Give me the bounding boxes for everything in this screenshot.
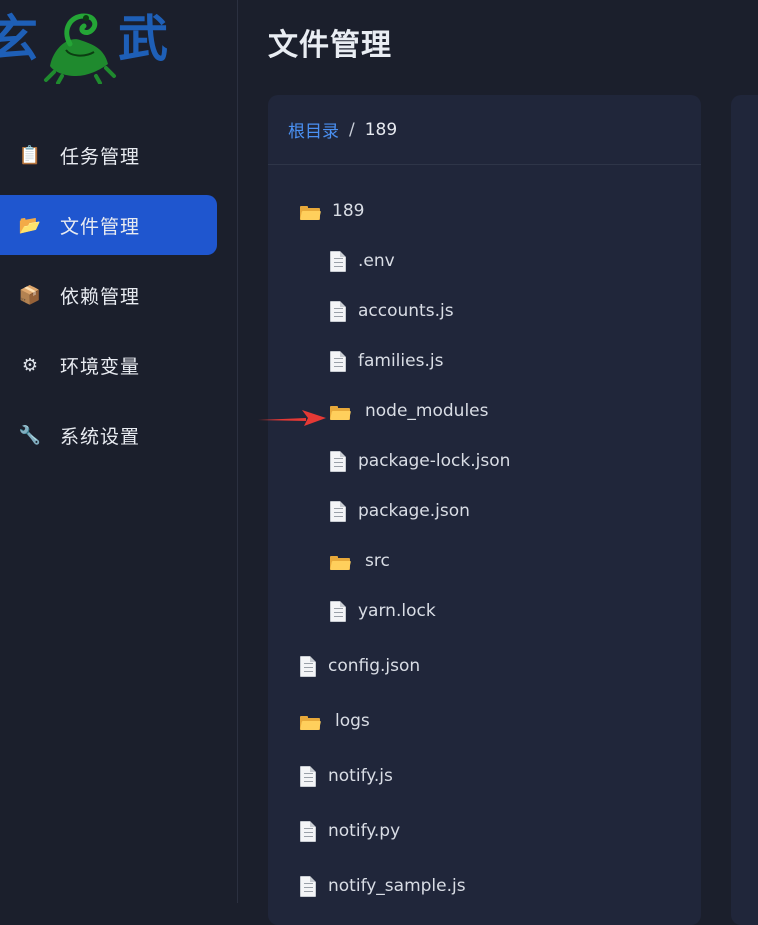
app-logo[interactable]: 玄 武: [0, 0, 170, 90]
file-icon: [330, 300, 346, 322]
page-title: 文件管理: [268, 28, 392, 63]
breadcrumb-separator: /: [349, 119, 355, 140]
tree-item-label: notify_sample.js: [328, 876, 466, 896]
tree-item-label: yarn.lock: [358, 601, 436, 621]
file-icon: [300, 765, 316, 787]
file-icon: [330, 600, 346, 622]
sidebar-item-files[interactable]: 📂 文件管理: [0, 195, 217, 255]
sidebar-item-label: 依赖管理: [60, 285, 141, 308]
wrench-icon: 🔧: [18, 424, 42, 446]
folder-open-icon: [300, 205, 321, 220]
tree-item[interactable]: accounts.js: [330, 296, 454, 326]
gear-icon: ⚙: [21, 354, 39, 376]
sidebar-item-env-vars[interactable]: ⚙ 环境变量: [0, 335, 217, 395]
tree-folder-src[interactable]: src: [330, 546, 390, 576]
sidebar-item-dependencies[interactable]: 📦 依赖管理: [0, 265, 217, 325]
tree-item[interactable]: notify.js: [300, 761, 393, 791]
tree-item[interactable]: notify.py: [300, 816, 400, 846]
tree-item-label: package-lock.json: [358, 451, 511, 471]
file-content-panel: [731, 95, 758, 925]
sidebar-item-label: 文件管理: [60, 215, 141, 238]
tree-item-label: node_modules: [365, 401, 489, 421]
sidebar-item-label: 系统设置: [60, 425, 141, 448]
tree-item[interactable]: notify_sample.js: [300, 871, 466, 901]
logo-char-left: 玄: [0, 9, 38, 68]
file-icon: [300, 875, 316, 897]
folder-icon: [300, 715, 321, 730]
tree-item[interactable]: package-lock.json: [330, 446, 510, 476]
tree-item[interactable]: yarn.lock: [330, 596, 436, 626]
turtle-snake-emblem-icon: [44, 13, 116, 84]
package-box-icon: 📦: [18, 284, 42, 306]
file-icon: [330, 250, 346, 272]
sidebar-item-label: 环境变量: [60, 355, 141, 378]
sidebar: 玄 武 📋 任务管理 📂 文件管理 📦 依赖管理 ⚙ 环境变量 🔧 系统设置: [0, 0, 238, 903]
folder-icon: [330, 405, 351, 420]
tree-item-label: families.js: [358, 351, 444, 371]
tree-item-label: notify.py: [328, 821, 401, 841]
tree-folder-node-modules[interactable]: node_modules: [330, 396, 489, 426]
file-tree-panel: 根目录 / 189 189 .env accounts.js families.…: [268, 95, 701, 925]
file-icon: [300, 820, 316, 842]
red-arrow-annotation-icon: [258, 410, 326, 426]
file-icon: [330, 450, 346, 472]
tree-item-label: notify.js: [328, 766, 393, 786]
sidebar-item-settings[interactable]: 🔧 系统设置: [0, 405, 217, 465]
tree-item-label: 189: [332, 201, 365, 221]
tree-folder-logs[interactable]: logs: [300, 706, 370, 736]
folder-icon: [330, 555, 351, 570]
tree-item[interactable]: .env: [330, 246, 395, 276]
folder-icon: 📂: [18, 214, 42, 236]
sidebar-item-label: 任务管理: [60, 145, 141, 168]
breadcrumb-current: 189: [364, 119, 398, 140]
file-icon: [330, 350, 346, 372]
logo-char-right: 武: [118, 9, 168, 68]
tree-item-label: .env: [358, 251, 395, 271]
tree-item-label: accounts.js: [358, 301, 454, 321]
file-icon: [330, 500, 346, 522]
tree-item-label: package.json: [358, 501, 470, 521]
sidebar-item-tasks[interactable]: 📋 任务管理: [0, 125, 217, 185]
breadcrumb: 根目录 / 189: [268, 95, 701, 165]
tree-item[interactable]: package.json: [330, 496, 470, 526]
tree-item-label: config.json: [328, 656, 421, 676]
clipboard-icon: 📋: [18, 144, 42, 166]
tree-item[interactable]: families.js: [330, 346, 443, 376]
breadcrumb-root-link[interactable]: 根目录: [288, 117, 339, 142]
tree-folder-189[interactable]: 189: [300, 196, 364, 226]
tree-item-label: src: [365, 551, 390, 571]
tree-item-label: logs: [335, 711, 370, 731]
file-icon: [300, 655, 316, 677]
tree-item[interactable]: config.json: [300, 651, 420, 681]
